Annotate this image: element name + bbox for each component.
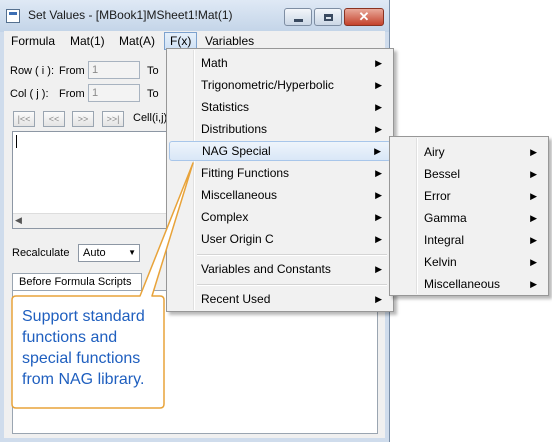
- menu-item-label: Distributions: [201, 122, 268, 136]
- submenu-arrow-icon: ▶: [375, 212, 382, 222]
- recalculate-label: Recalculate: [12, 247, 70, 259]
- submenu-arrow-icon: ▶: [375, 124, 382, 134]
- menu-item-label: Fitting Functions: [201, 166, 290, 180]
- nag-special-submenu: Airy ▶ Bessel ▶ Error ▶ Gamma ▶ Integral ▶ Ke…: [389, 136, 549, 296]
- next-button[interactable]: >>: [72, 111, 94, 127]
- submenu-item-error[interactable]: Error ▶: [392, 185, 546, 207]
- menu-item-distributions[interactable]: Distributions ▶: [169, 119, 391, 139]
- submenu-arrow-icon: ▶: [530, 213, 537, 223]
- submenu-item-integral[interactable]: Integral ▶: [392, 229, 546, 251]
- submenu-item-bessel[interactable]: Bessel ▶: [392, 163, 546, 185]
- menu-item-label: Complex: [201, 210, 249, 224]
- submenu-arrow-icon: ▶: [374, 146, 381, 156]
- submenu-arrow-icon: ▶: [375, 190, 382, 200]
- submenu-item-label: Gamma: [424, 211, 467, 225]
- close-button[interactable]: ✕: [344, 8, 384, 26]
- submenu-arrow-icon: ▶: [530, 279, 537, 289]
- tab-before-formula-scripts[interactable]: Before Formula Scripts: [12, 273, 142, 291]
- fx-dropdown-menu: Math ▶ Trigonometric/Hyperbolic ▶ Statisti…: [166, 48, 394, 312]
- submenu-arrow-icon: ▶: [375, 80, 382, 90]
- submenu-item-gamma[interactable]: Gamma ▶: [392, 207, 546, 229]
- submenu-arrow-icon: ▶: [530, 147, 537, 157]
- submenu-arrow-icon: ▶: [375, 234, 382, 244]
- submenu-item-label: Kelvin: [424, 255, 457, 269]
- submenu-arrow-icon: ▶: [530, 235, 537, 245]
- menu-item-label: Recent Used: [201, 292, 271, 306]
- submenu-item-label: Bessel: [424, 167, 461, 181]
- menu-item-user-origin-c[interactable]: User Origin C ▶: [169, 229, 391, 249]
- maximize-icon: [323, 13, 333, 21]
- first-button[interactable]: |<<: [13, 111, 35, 127]
- submenu-arrow-icon: ▶: [375, 264, 382, 274]
- submenu-arrow-icon: ▶: [375, 102, 382, 112]
- menu-item-label: Variables and Constants: [201, 262, 331, 276]
- scroll-left-icon[interactable]: ◀: [15, 215, 22, 226]
- submenu-arrow-icon: ▶: [375, 294, 382, 304]
- menu-item-nag-special[interactable]: NAG Special ▶: [169, 141, 391, 161]
- submenu-item-label: Airy: [424, 145, 445, 159]
- formula-editor[interactable]: ◀: [12, 131, 178, 229]
- prev-button[interactable]: <<: [43, 111, 65, 127]
- menu-separator: [197, 254, 387, 256]
- menu-formula[interactable]: Formula: [6, 33, 60, 49]
- callout-text: Support standard functions and special f…: [22, 308, 145, 388]
- row-to-label: To: [147, 65, 159, 77]
- menu-item-label: Trigonometric/Hyperbolic: [201, 78, 334, 92]
- submenu-item-label: Miscellaneous: [424, 277, 501, 291]
- row-from-field[interactable]: 1: [88, 61, 140, 79]
- submenu-arrow-icon: ▶: [375, 58, 382, 68]
- chevron-down-icon: ▼: [128, 248, 136, 257]
- horizontal-scrollbar[interactable]: ◀: [13, 213, 177, 228]
- menu-item-recent-used[interactable]: Recent Used ▶: [169, 289, 391, 309]
- minimize-icon: [293, 18, 303, 22]
- menu-item-fitting-functions[interactable]: Fitting Functions ▶: [169, 163, 391, 183]
- minimize-button[interactable]: [284, 8, 312, 26]
- menu-item-label: User Origin C: [201, 232, 274, 246]
- col-from-label: From: [59, 88, 85, 100]
- menu-item-label: Math: [201, 56, 228, 70]
- text-caret: [16, 135, 17, 148]
- menu-item-math[interactable]: Math ▶: [169, 53, 391, 73]
- col-label: Col ( j ):: [10, 88, 49, 100]
- menu-item-label: NAG Special: [202, 144, 271, 158]
- submenu-item-label: Error: [424, 189, 451, 203]
- app-icon: [6, 9, 20, 23]
- row-from-label: From: [59, 65, 85, 77]
- menu-item-complex[interactable]: Complex ▶: [169, 207, 391, 227]
- title-bar[interactable]: Set Values - [MBook1]MSheet1!Mat(1) ✕: [0, 0, 389, 32]
- submenu-arrow-icon: ▶: [530, 257, 537, 267]
- close-icon: ✕: [358, 9, 370, 24]
- maximize-button[interactable]: [314, 8, 342, 26]
- submenu-arrow-icon: ▶: [375, 168, 382, 178]
- menu-separator: [197, 284, 387, 286]
- menu-item-trigonometric[interactable]: Trigonometric/Hyperbolic ▶: [169, 75, 391, 95]
- menu-mat1[interactable]: Mat(1): [65, 33, 110, 49]
- menu-variables[interactable]: Variables: [200, 33, 259, 49]
- last-button[interactable]: >>|: [102, 111, 124, 127]
- recalculate-select[interactable]: Auto ▼: [78, 244, 140, 262]
- submenu-item-miscellaneous[interactable]: Miscellaneous ▶: [392, 273, 546, 295]
- submenu-item-kelvin[interactable]: Kelvin ▶: [392, 251, 546, 273]
- menu-item-variables-constants[interactable]: Variables and Constants ▶: [169, 259, 391, 279]
- window-title: Set Values - [MBook1]MSheet1!Mat(1): [28, 8, 233, 22]
- row-label: Row ( i ):: [10, 65, 54, 77]
- col-from-field[interactable]: 1: [88, 84, 140, 102]
- cell-label: Cell(i,j): [133, 112, 168, 124]
- submenu-item-label: Integral: [424, 233, 465, 247]
- menu-item-label: Statistics: [201, 100, 250, 114]
- submenu-arrow-icon: ▶: [530, 169, 537, 179]
- menu-item-miscellaneous[interactable]: Miscellaneous ▶: [169, 185, 391, 205]
- menu-mata[interactable]: Mat(A): [114, 33, 160, 49]
- submenu-item-airy[interactable]: Airy ▶: [392, 141, 546, 163]
- submenu-arrow-icon: ▶: [530, 191, 537, 201]
- menu-item-statistics[interactable]: Statistics ▶: [169, 97, 391, 117]
- recalculate-value: Auto: [83, 247, 106, 259]
- menu-item-label: Miscellaneous: [201, 188, 278, 202]
- col-to-label: To: [147, 88, 159, 100]
